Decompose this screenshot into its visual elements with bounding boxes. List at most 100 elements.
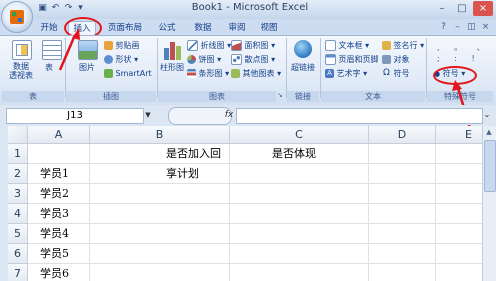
- minimize-button[interactable]: –: [432, 1, 452, 16]
- textbox-button[interactable]: 文本框 ▾: [325, 40, 369, 52]
- object-button[interactable]: 对象: [382, 54, 410, 66]
- cell[interactable]: [90, 244, 230, 264]
- smartart-button[interactable]: SmartArt: [104, 68, 152, 80]
- bar-chart-button[interactable]: 条形图 ▾: [187, 68, 229, 80]
- tab-page-layout[interactable]: 页面布局: [104, 21, 146, 35]
- cell[interactable]: 是否加入回享计划: [90, 144, 230, 180]
- shapes-button[interactable]: 形状 ▾: [104, 54, 138, 66]
- cell[interactable]: [369, 184, 436, 204]
- tab-view[interactable]: 视图: [256, 21, 282, 35]
- ribbon-close-icon[interactable]: ×: [480, 21, 491, 33]
- redo-icon[interactable]: ↷: [63, 3, 74, 14]
- close-button[interactable]: ×: [473, 1, 493, 16]
- formula-input[interactable]: [236, 108, 483, 124]
- column-header[interactable]: B: [90, 126, 230, 144]
- cell[interactable]: 学员3: [28, 204, 90, 224]
- maximize-button[interactable]: □: [452, 1, 472, 16]
- special-symbol-row-2[interactable]: ; : !: [437, 54, 481, 63]
- pie-chart-button[interactable]: 饼图 ▾: [187, 54, 221, 66]
- row-header[interactable]: 6: [8, 244, 28, 264]
- cell[interactable]: [28, 144, 90, 164]
- tab-formulas[interactable]: 公式: [154, 21, 180, 35]
- area-chart-button[interactable]: 面积图 ▾: [231, 40, 275, 52]
- cell[interactable]: [230, 204, 369, 224]
- column-header[interactable]: A: [28, 126, 90, 144]
- ribbon-restore-icon[interactable]: ◫: [466, 21, 477, 33]
- cell[interactable]: [90, 184, 230, 204]
- scroll-up-arrow-icon[interactable]: ▲: [482, 126, 496, 138]
- cell[interactable]: [369, 244, 436, 264]
- cell[interactable]: [90, 264, 230, 281]
- cell[interactable]: [369, 164, 436, 184]
- cell[interactable]: [90, 224, 230, 244]
- cell[interactable]: [436, 144, 482, 164]
- cell[interactable]: [230, 164, 369, 184]
- cell[interactable]: [230, 224, 369, 244]
- cell[interactable]: [436, 164, 482, 184]
- header-footer-button[interactable]: 页眉和页脚: [325, 54, 379, 66]
- hyperlink-button[interactable]: 超链接: [291, 62, 315, 73]
- spreadsheet-grid[interactable]: A B C D E 1 是否加入回享计划 是否体现 2 学员1 3 学员2 4 学员3 5 学员4 6 学员5 7 学…: [8, 126, 482, 281]
- row-header[interactable]: 7: [8, 264, 28, 281]
- wordart-button[interactable]: A 艺术字 ▾: [325, 68, 367, 80]
- help-icon[interactable]: ?: [438, 21, 449, 33]
- cell[interactable]: [90, 204, 230, 224]
- column-header[interactable]: E: [436, 126, 482, 144]
- tab-home[interactable]: 开始: [36, 21, 62, 35]
- row-header[interactable]: 3: [8, 184, 28, 204]
- cell[interactable]: [436, 264, 482, 281]
- signature-line-button[interactable]: 签名行 ▾: [382, 40, 424, 52]
- tab-review[interactable]: 审阅: [224, 21, 250, 35]
- symbol-button[interactable]: Ω 符号: [382, 68, 410, 80]
- expand-formula-bar-icon[interactable]: ⌄: [482, 108, 492, 122]
- select-all-corner[interactable]: [8, 126, 28, 144]
- vertical-scroll-thumb[interactable]: [484, 140, 496, 192]
- other-charts-button[interactable]: 其他图表 ▾: [231, 68, 281, 80]
- cell[interactable]: [436, 224, 482, 244]
- cell[interactable]: 学员2: [28, 184, 90, 204]
- line-chart-button[interactable]: 折线图 ▾: [187, 40, 231, 52]
- column-chart-button[interactable]: 柱形图: [160, 62, 184, 73]
- undo-icon[interactable]: ↶: [50, 3, 61, 14]
- cell[interactable]: [230, 184, 369, 204]
- column-header[interactable]: C: [230, 126, 369, 144]
- textbox-icon: [325, 40, 336, 51]
- cell[interactable]: [369, 264, 436, 281]
- column-header[interactable]: D: [369, 126, 436, 144]
- cell[interactable]: 学员1: [28, 164, 90, 184]
- cell[interactable]: [369, 204, 436, 224]
- qat-dropdown-icon[interactable]: ▾: [75, 3, 86, 14]
- cell[interactable]: [436, 244, 482, 264]
- table-button[interactable]: 表: [45, 62, 53, 73]
- charts-dialog-launcher-icon[interactable]: ↘: [277, 91, 285, 101]
- header-footer-icon: [325, 54, 336, 65]
- cell[interactable]: [369, 144, 436, 164]
- pivot-table-button[interactable]: 数据 透视表: [6, 62, 36, 80]
- row-header[interactable]: 2: [8, 164, 28, 184]
- insert-function-button[interactable]: fx: [222, 108, 236, 122]
- cell[interactable]: [90, 164, 230, 184]
- cell[interactable]: [436, 204, 482, 224]
- cell[interactable]: [369, 224, 436, 244]
- picture-button[interactable]: 图片: [79, 62, 95, 73]
- special-symbol-row-1[interactable]: , 。 、: [437, 42, 491, 53]
- cell[interactable]: [436, 184, 482, 204]
- name-box[interactable]: J13: [6, 108, 144, 124]
- cell[interactable]: 学员4: [28, 224, 90, 244]
- cell[interactable]: [230, 244, 369, 264]
- row-header[interactable]: 1: [8, 144, 28, 164]
- clipart-button[interactable]: 剪贴画: [104, 40, 140, 52]
- office-button[interactable]: [1, 1, 33, 33]
- scatter-chart-button[interactable]: 散点图 ▾: [231, 54, 275, 66]
- row-header[interactable]: 4: [8, 204, 28, 224]
- tab-data[interactable]: 数据: [190, 21, 216, 35]
- save-icon[interactable]: ▣: [37, 3, 48, 14]
- ribbon-minimize-icon[interactable]: –: [452, 21, 463, 33]
- row-header[interactable]: 5: [8, 224, 28, 244]
- cell[interactable]: 学员6: [28, 264, 90, 281]
- cell[interactable]: 是否体现: [230, 144, 369, 164]
- name-box-dropdown-icon[interactable]: ▼: [143, 108, 153, 122]
- cell[interactable]: 学员5: [28, 244, 90, 264]
- smartart-icon: [104, 69, 113, 78]
- cell[interactable]: [230, 264, 369, 281]
